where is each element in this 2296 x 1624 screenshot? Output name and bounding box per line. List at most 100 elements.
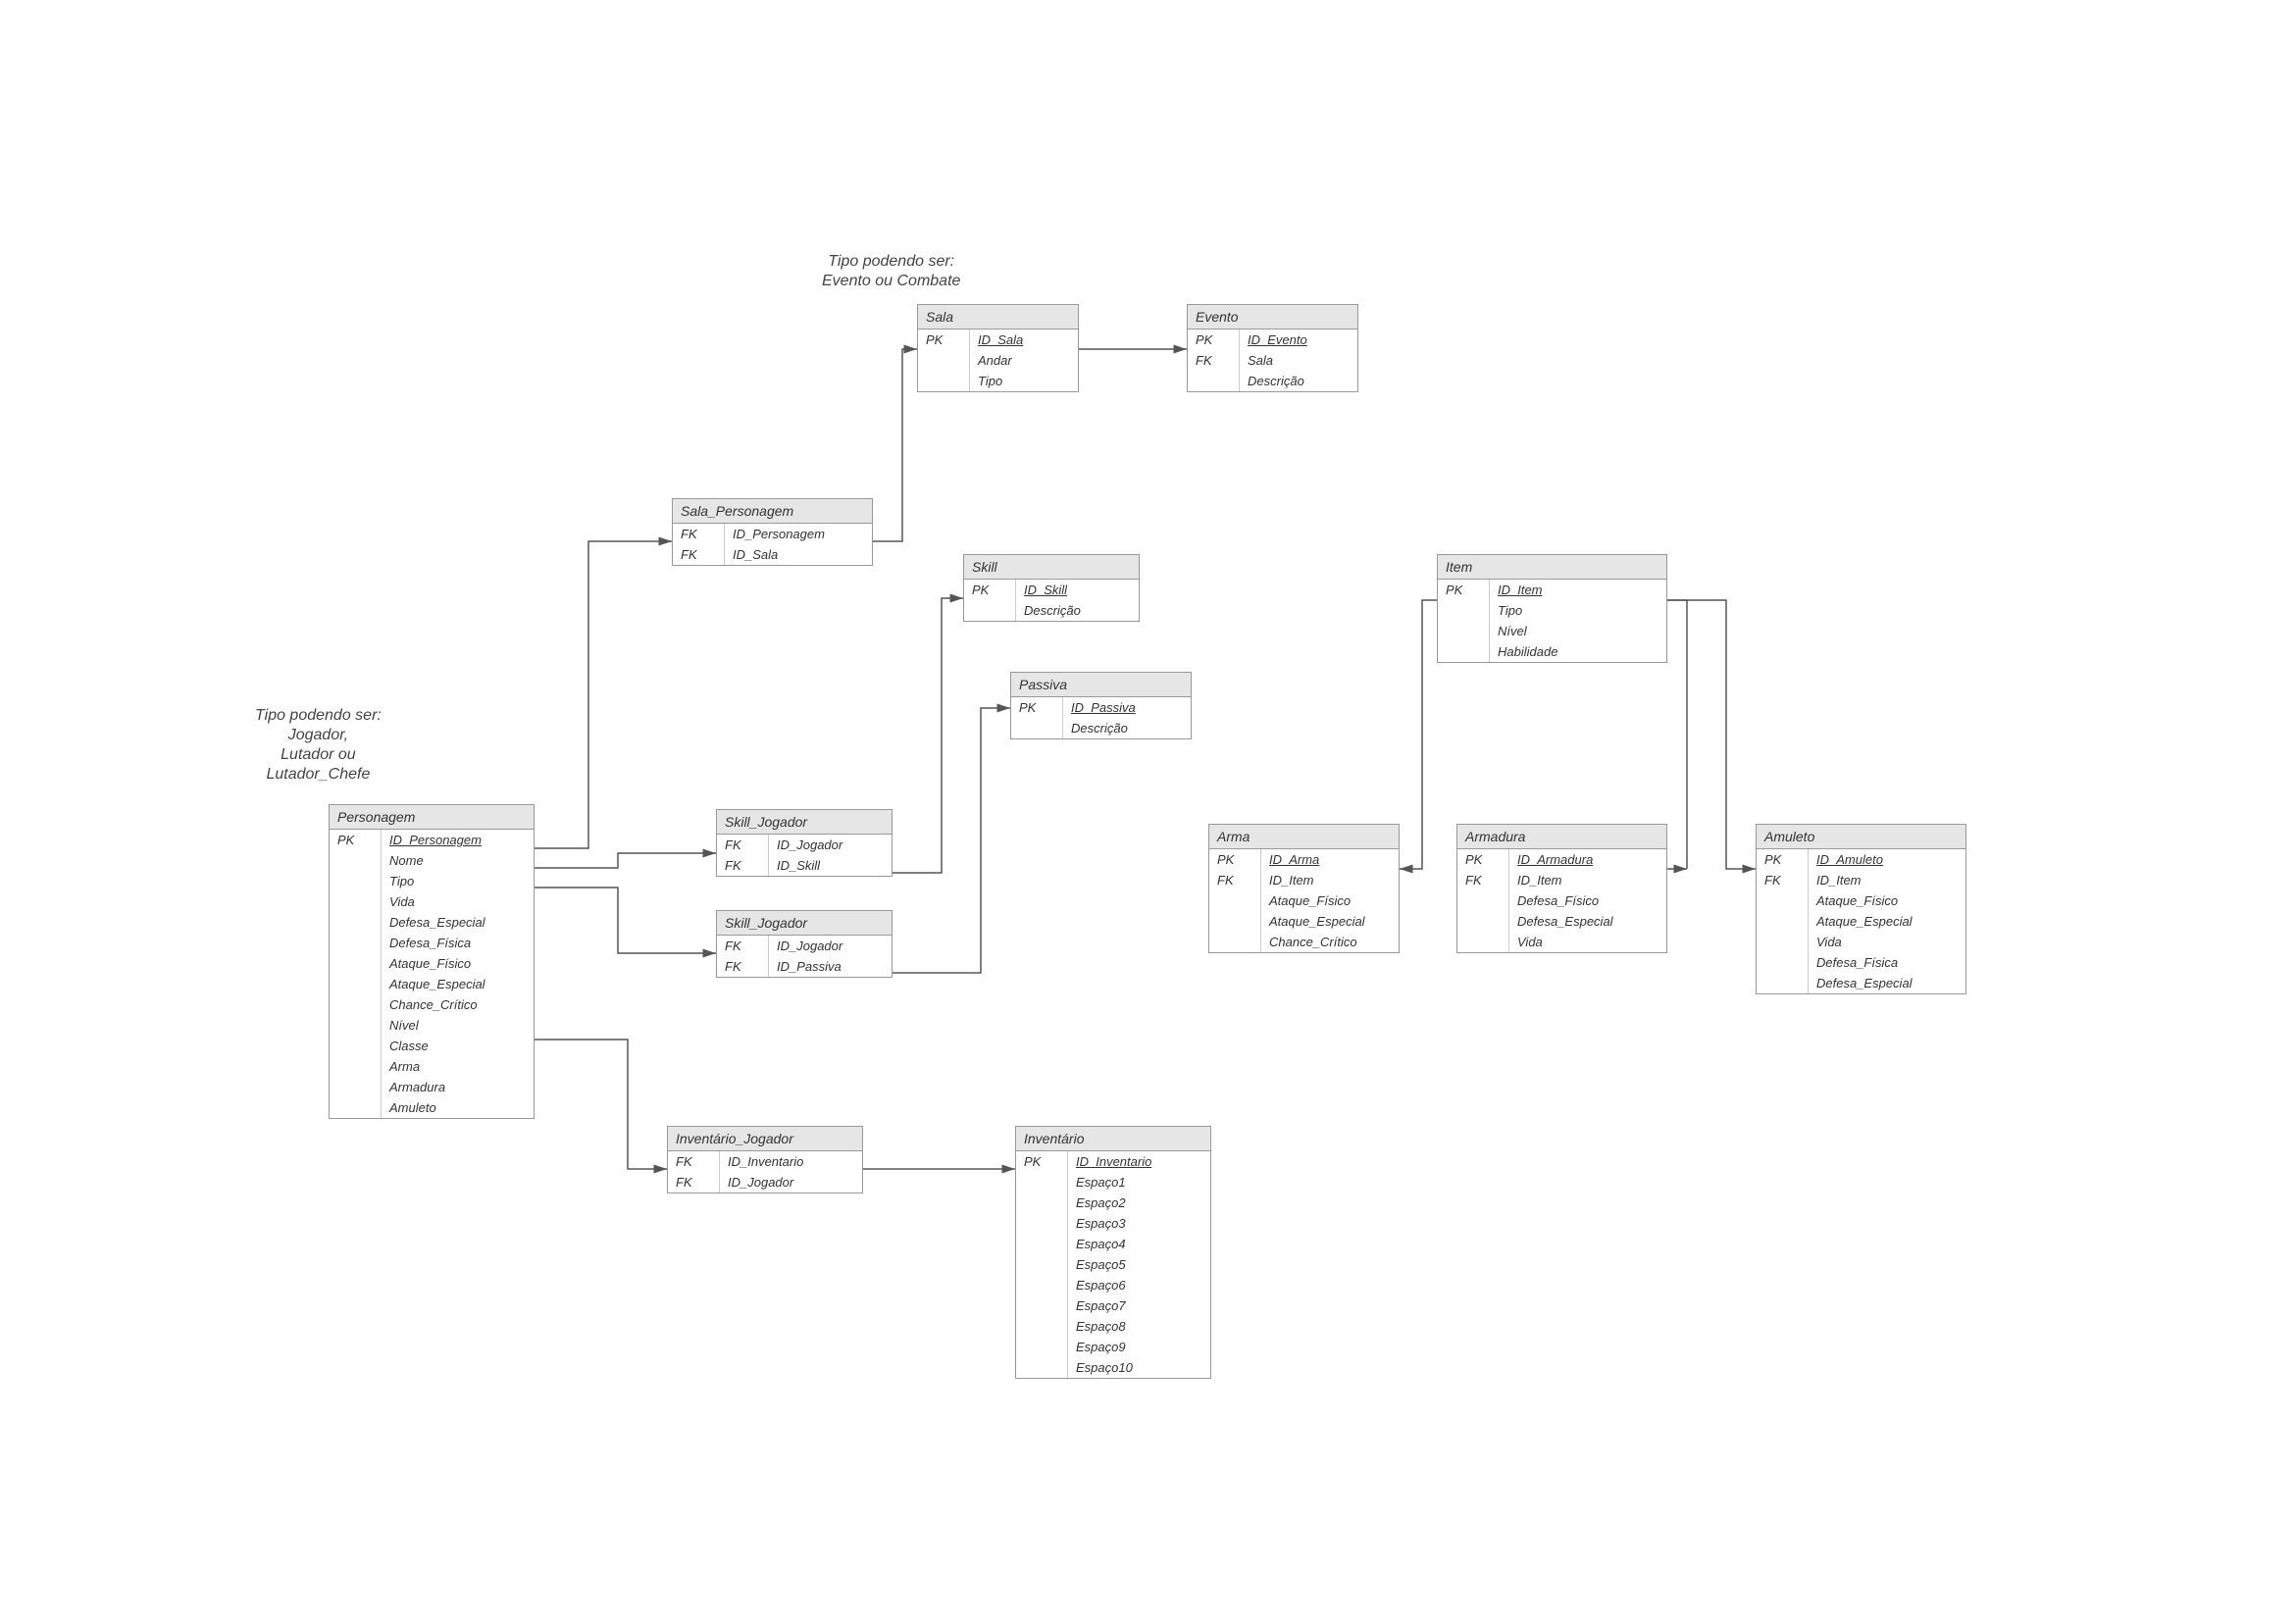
field-cell: Amuleto [382,1097,493,1118]
field-cell: ID_Arma [1261,849,1373,870]
field-cell: Espaço1 [1068,1172,1159,1193]
entity-evento: Evento PKFKID_EventoSalaDescrição [1187,304,1358,392]
field-cell: Ataque_Físico [1809,890,1920,911]
keys-column: FKFK [717,936,769,977]
entity-title: Evento [1188,305,1357,330]
fields-column: ID_ArmaID_ItemAtaque_FísicoAtaque_Especi… [1261,849,1373,952]
field-cell: Vida [1809,932,1920,952]
keys-column: PK [330,830,382,1118]
key-cell [1757,914,1808,920]
key-cell: PK [1016,1151,1067,1172]
field-cell: Vida [1509,932,1621,952]
key-cell: PK [1438,580,1489,600]
field-cell: ID_Personagem [382,830,493,850]
fields-column: ID_PersonagemID_Sala [725,524,833,565]
field-cell: Ataque_Especial [1261,911,1373,932]
note-personagem-tipo: Tipo podendo ser: Jogador, Lutador ou Lu… [255,706,382,785]
entity-title: Inventário_Jogador [668,1127,862,1151]
field-cell: ID_Item [1261,870,1373,890]
field-cell: Andar [970,350,1031,371]
key-cell: FK [673,544,724,565]
field-cell: Descrição [1016,600,1089,621]
diagram-canvas: Tipo podendo ser: Evento ou Combate Tipo… [0,0,2296,1624]
key-cell: FK [668,1172,719,1193]
entity-amuleto: Amuleto PKFKID_AmuletoID_ItemAtaque_Físi… [1756,824,1966,994]
key-cell: PK [330,830,381,850]
fields-column: ID_SkillDescrição [1016,580,1089,621]
field-cell: ID_Sala [970,330,1031,350]
field-cell: Sala [1240,350,1315,371]
field-cell: ID_Item [1509,870,1621,890]
field-cell: Ataque_Especial [382,974,493,994]
entity-item: Item PKID_ItemTipoNívelHabilidade [1437,554,1667,663]
fields-column: ID_PassivaDescrição [1063,697,1144,738]
field-cell: Chance_Crítico [1261,932,1373,952]
entity-title: Arma [1209,825,1399,849]
entity-personagem: Personagem PKID_PersonagemNomeTipoVidaDe… [329,804,535,1119]
entity-sala: Sala PKID_SalaAndarTipo [917,304,1079,392]
field-cell: Tipo [970,371,1031,391]
key-cell: FK [717,936,768,956]
keys-column: PKFK [1457,849,1509,952]
fields-column: ID_InventarioEspaço1Espaço2Espaço3Espaço… [1068,1151,1159,1378]
key-cell: PK [1011,697,1062,718]
key-cell [1209,902,1260,908]
field-cell: Descrição [1063,718,1144,738]
field-cell: Arma [382,1056,493,1077]
key-cell [1438,612,1489,618]
field-cell: ID_Evento [1240,330,1315,350]
entity-arma: Arma PKFKID_ArmaID_ItemAtaque_FísicoAtaq… [1208,824,1400,953]
field-cell: Chance_Crítico [382,994,493,1015]
field-cell: ID_Personagem [725,524,833,544]
field-cell: ID_Inventario [1068,1151,1159,1172]
key-cell [918,356,969,362]
field-cell: Descrição [1240,371,1315,391]
keys-column: PK [1011,697,1063,738]
entity-inventario: Inventário PKID_InventarioEspaço1Espaço2… [1015,1126,1211,1379]
keys-column: PK [918,330,970,391]
field-cell: Defesa_Físico [1509,890,1621,911]
field-cell: Espaço3 [1068,1213,1159,1234]
fields-column: ID_EventoSalaDescrição [1240,330,1315,391]
key-cell [1016,1225,1067,1231]
key-cell: PK [918,330,969,350]
entity-title: Skill [964,555,1139,580]
key-cell [330,921,381,927]
key-cell: PK [1457,849,1508,870]
keys-column: PKFK [1209,849,1261,952]
key-cell: FK [717,855,768,876]
field-cell: Espaço6 [1068,1275,1159,1295]
field-cell: Nome [382,850,493,871]
key-cell: PK [964,580,1015,600]
key-cell: FK [1757,870,1808,890]
keys-column: FKFK [673,524,725,565]
fields-column: ID_SalaAndarTipo [970,330,1031,391]
key-cell [1457,902,1508,908]
field-cell: Espaço7 [1068,1295,1159,1316]
keys-column: PKFK [1757,849,1809,993]
keys-column: PK [1016,1151,1068,1378]
entity-title: Armadura [1457,825,1666,849]
entity-title: Skill_Jogador [717,810,892,835]
field-cell: Espaço4 [1068,1234,1159,1254]
field-cell: Tipo [1490,600,1565,621]
key-cell: PK [1188,330,1239,350]
entity-skill-jogador: Skill_Jogador FKFKID_JogadorID_Skill [716,809,893,877]
field-cell: ID_Skill [769,855,850,876]
field-cell: Espaço10 [1068,1357,1159,1378]
field-cell: ID_Jogador [720,1172,811,1193]
fields-column: ID_AmuletoID_ItemAtaque_FísicoAtaque_Esp… [1809,849,1920,993]
field-cell: Armadura [382,1077,493,1097]
field-cell: Ataque_Físico [1261,890,1373,911]
field-cell: ID_Item [1809,870,1920,890]
field-cell: ID_Item [1490,580,1565,600]
field-cell: Espaço9 [1068,1337,1159,1357]
field-cell: Nível [1490,621,1565,641]
fields-column: ID_ArmaduraID_ItemDefesa_FísicoDefesa_Es… [1509,849,1621,952]
entity-title: Inventário [1016,1127,1210,1151]
field-cell: Defesa_Física [382,933,493,953]
entity-armadura: Armadura PKFKID_ArmaduraID_ItemDefesa_Fí… [1456,824,1667,953]
field-cell: ID_Inventario [720,1151,811,1172]
field-cell: Habilidade [1490,641,1565,662]
fields-column: ID_PersonagemNomeTipoVidaDefesa_Especial… [382,830,493,1118]
